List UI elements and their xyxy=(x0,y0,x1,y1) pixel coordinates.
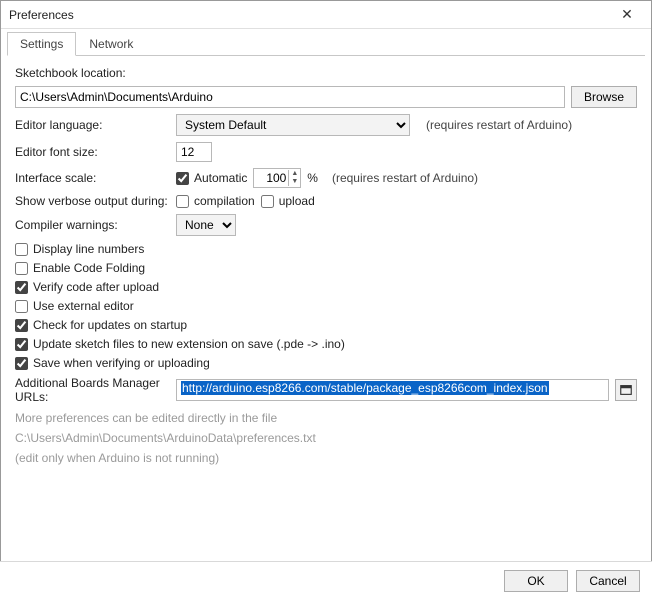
compiler-warnings-label: Compiler warnings: xyxy=(15,218,170,232)
editor-language-select[interactable]: System Default xyxy=(176,114,410,136)
browse-button[interactable]: Browse xyxy=(571,86,637,108)
restart-hint-1: (requires restart of Arduino) xyxy=(426,118,572,132)
update-ext-checkbox[interactable] xyxy=(15,338,28,351)
verify-after-upload-checkbox[interactable] xyxy=(15,281,28,294)
check-updates-label: Check for updates on startup xyxy=(33,318,187,332)
external-editor-checkbox[interactable] xyxy=(15,300,28,313)
display-line-numbers-checkbox[interactable] xyxy=(15,243,28,256)
additional-urls-expand-button[interactable] xyxy=(615,379,637,401)
chevron-down-icon[interactable]: ▼ xyxy=(289,178,300,186)
options-checklist: Display line numbers Enable Code Folding… xyxy=(15,242,637,370)
verify-after-upload-label: Verify code after upload xyxy=(33,280,159,294)
font-size-label: Editor font size: xyxy=(15,145,170,159)
code-folding-checkbox[interactable] xyxy=(15,262,28,275)
display-line-numbers-label: Display line numbers xyxy=(33,242,144,256)
automatic-checkbox[interactable] xyxy=(176,172,189,185)
additional-urls-value: http://arduino.esp8266.com/stable/packag… xyxy=(181,381,549,395)
compiler-warnings-select[interactable]: None xyxy=(176,214,236,236)
restart-hint-2: (requires restart of Arduino) xyxy=(332,171,478,185)
tab-settings[interactable]: Settings xyxy=(7,32,76,56)
compilation-checkbox[interactable] xyxy=(176,195,189,208)
close-button[interactable]: ✕ xyxy=(609,4,645,26)
compilation-label: compilation xyxy=(194,194,255,208)
additional-urls-input[interactable]: http://arduino.esp8266.com/stable/packag… xyxy=(176,379,609,401)
editor-language-label: Editor language: xyxy=(15,118,170,132)
sketchbook-path-input[interactable] xyxy=(15,86,565,108)
more-prefs-text: More preferences can be edited directly … xyxy=(15,410,637,426)
save-on-verify-label: Save when verifying or uploading xyxy=(33,356,210,370)
interface-scale-label: Interface scale: xyxy=(15,171,170,185)
scale-input[interactable] xyxy=(254,169,288,187)
tab-network[interactable]: Network xyxy=(76,32,146,56)
ok-button[interactable]: OK xyxy=(504,570,568,592)
scale-spinner[interactable]: ▲ ▼ xyxy=(253,168,301,188)
cancel-button[interactable]: Cancel xyxy=(576,570,640,592)
font-size-input[interactable] xyxy=(176,142,212,162)
code-folding-label: Enable Code Folding xyxy=(33,261,145,275)
save-on-verify-checkbox[interactable] xyxy=(15,357,28,370)
check-updates-checkbox[interactable] xyxy=(15,319,28,332)
prefs-path-text: C:\Users\Admin\Documents\ArduinoData\pre… xyxy=(15,430,637,446)
upload-label: upload xyxy=(279,194,315,208)
update-ext-label: Update sketch files to new extension on … xyxy=(33,337,345,351)
chevron-up-icon[interactable]: ▲ xyxy=(289,170,300,178)
window-title: Preferences xyxy=(9,8,74,22)
external-editor-label: Use external editor xyxy=(33,299,134,313)
sketchbook-label: Sketchbook location: xyxy=(15,66,126,80)
close-icon: ✕ xyxy=(621,6,633,23)
edit-only-text: (edit only when Arduino is not running) xyxy=(15,450,637,466)
percent-label: % xyxy=(307,171,318,185)
upload-checkbox[interactable] xyxy=(261,195,274,208)
window-icon xyxy=(619,383,633,397)
verbose-label: Show verbose output during: xyxy=(15,194,170,208)
additional-urls-label: Additional Boards Manager URLs: xyxy=(15,376,170,404)
automatic-label: Automatic xyxy=(194,171,247,185)
